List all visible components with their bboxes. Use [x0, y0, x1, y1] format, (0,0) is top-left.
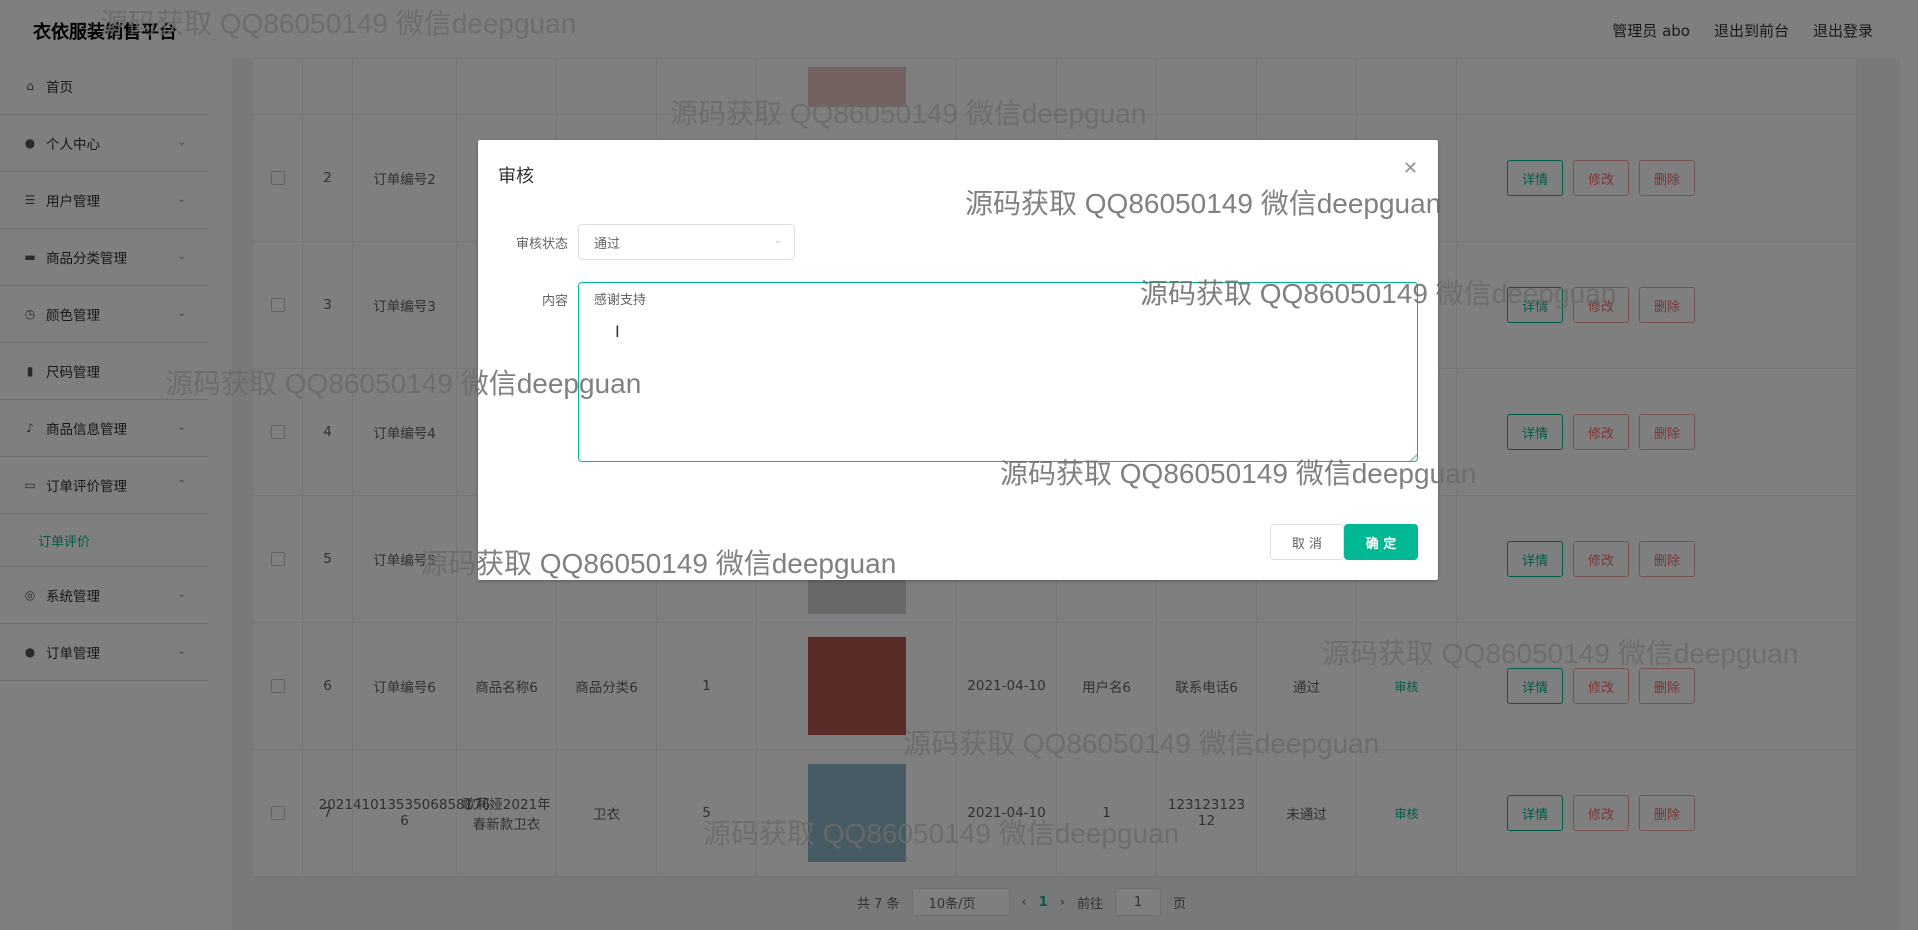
close-icon[interactable]: ✕	[1403, 158, 1418, 179]
status-select[interactable]: 通过 ⌄	[578, 224, 795, 260]
watermark: 源码获取 QQ86050149 微信deepguan	[1140, 278, 1617, 309]
watermark: 源码获取 QQ86050149 微信deepguan	[1322, 638, 1799, 669]
watermark: 源码获取 QQ86050149 微信deepguan	[100, 8, 577, 39]
status-label: 审核状态	[515, 237, 568, 252]
watermark: 源码获取 QQ86050149 微信deepguan	[965, 188, 1442, 219]
chevron-down-icon: ⌄	[773, 235, 782, 246]
watermark: 源码获取 QQ86050149 微信deepguan	[703, 818, 1180, 849]
watermark: 源码获取 QQ86050149 微信deepguan	[165, 368, 642, 399]
watermark: 源码获取 QQ86050149 微信deepguan	[903, 728, 1380, 759]
watermark: 源码获取 QQ86050149 微信deepguan	[420, 548, 897, 579]
cancel-button[interactable]: 取 消	[1270, 524, 1344, 560]
dialog-title: 审核	[498, 166, 534, 187]
confirm-button[interactable]: 确 定	[1344, 524, 1418, 560]
content-label: 内容	[541, 294, 568, 309]
watermark: 源码获取 QQ86050149 微信deepguan	[1000, 458, 1477, 489]
watermark: 源码获取 QQ86050149 微信deepguan	[670, 98, 1147, 129]
text-cursor-icon: I	[615, 322, 620, 341]
